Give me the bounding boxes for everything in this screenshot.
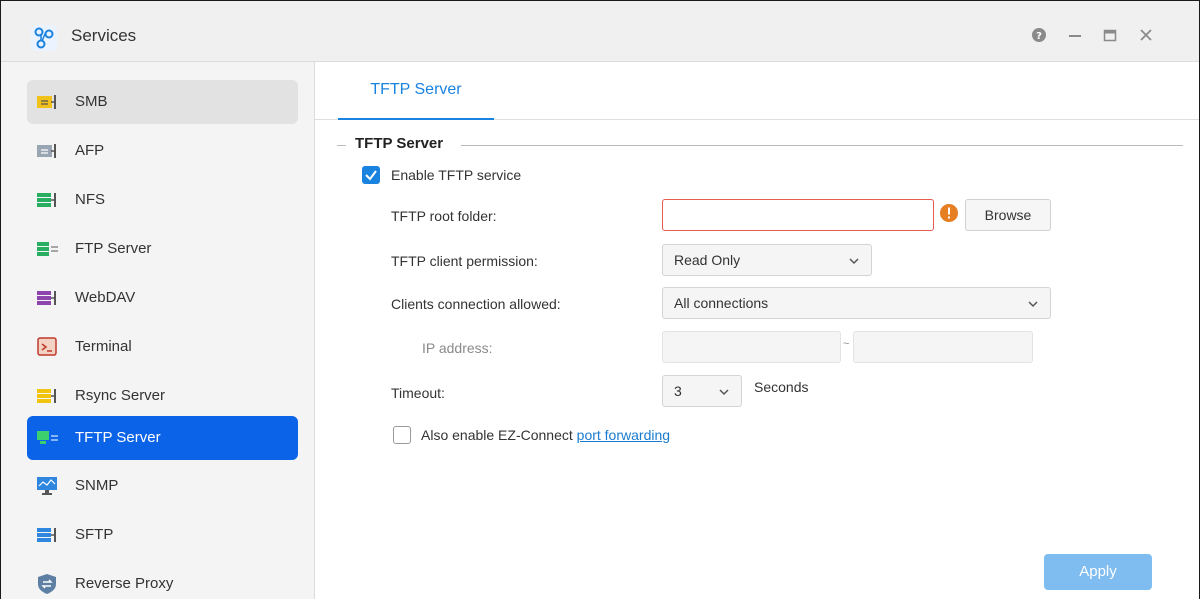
permission-value: Read Only bbox=[674, 252, 741, 268]
close-icon[interactable] bbox=[1138, 27, 1154, 43]
chevron-down-icon bbox=[1028, 301, 1038, 308]
ftp-server-icon bbox=[37, 242, 58, 256]
sidebar-item-snmp[interactable]: SNMP bbox=[27, 464, 298, 508]
minimize-icon[interactable] bbox=[1067, 27, 1083, 43]
port-forwarding-link[interactable]: port forwarding bbox=[577, 427, 670, 443]
main-content: TFTP Server TFTP Server Enable TFTP serv… bbox=[315, 62, 1199, 599]
tab-bar: TFTP Server bbox=[315, 62, 1199, 120]
fieldset-divider bbox=[461, 145, 1183, 146]
sidebar-item-nfs[interactable]: NFS bbox=[27, 178, 298, 222]
tab-label: TFTP Server bbox=[370, 81, 462, 98]
sidebar-item-smb[interactable]: SMB bbox=[27, 80, 298, 124]
permission-select[interactable]: Read Only bbox=[662, 244, 872, 276]
sidebar-item-label: Terminal bbox=[75, 338, 132, 355]
fieldset-divider bbox=[337, 145, 346, 146]
root-folder-label: TFTP root folder: bbox=[391, 208, 497, 224]
afp-icon bbox=[37, 144, 56, 158]
sidebar-item-label: Rsync Server bbox=[75, 387, 166, 404]
root-folder-input[interactable] bbox=[662, 199, 934, 231]
window-title: Services bbox=[71, 26, 137, 45]
services-window: Services ? SMB AFP NFS FTP Server WebDAV… bbox=[0, 0, 1200, 599]
rsync-server-icon bbox=[37, 389, 56, 403]
timeout-select[interactable]: 3 bbox=[662, 375, 742, 407]
smb-icon bbox=[37, 95, 56, 109]
checkmark-icon bbox=[365, 170, 377, 181]
sidebar-item-label: Reverse Proxy bbox=[75, 575, 174, 592]
section-title: TFTP Server bbox=[355, 135, 444, 152]
sidebar-item-afp[interactable]: AFP bbox=[27, 129, 298, 173]
ez-connect-text: Also enable EZ-Connect port forwarding bbox=[421, 427, 670, 443]
active-tab-indicator bbox=[338, 118, 494, 120]
sidebar-item-terminal[interactable]: Terminal bbox=[27, 325, 298, 369]
timeout-unit: Seconds bbox=[754, 379, 809, 395]
sidebar-item-label: SFTP bbox=[75, 526, 114, 543]
sidebar-item-label: TFTP Server bbox=[75, 429, 161, 446]
svg-text:?: ? bbox=[1036, 31, 1042, 42]
sidebar-item-ftp-server[interactable]: FTP Server bbox=[27, 227, 298, 271]
ip-from-input[interactable] bbox=[662, 331, 841, 363]
chevron-down-icon bbox=[849, 258, 859, 265]
enable-tftp-checkbox[interactable] bbox=[362, 166, 380, 184]
help-icon[interactable]: ? bbox=[1031, 27, 1047, 43]
sidebar-item-label: NFS bbox=[75, 191, 105, 208]
ez-connect-label: Also enable EZ-Connect bbox=[421, 427, 573, 443]
ez-connect-checkbox[interactable] bbox=[393, 426, 411, 444]
sidebar-item-label: FTP Server bbox=[75, 240, 152, 257]
reverse-proxy-icon bbox=[38, 574, 56, 594]
terminal-icon bbox=[37, 337, 57, 356]
ip-range-separator: ~ bbox=[843, 338, 850, 350]
browse-button[interactable]: Browse bbox=[965, 199, 1051, 231]
clients-label: Clients connection allowed: bbox=[391, 296, 561, 312]
services-app-icon bbox=[31, 25, 57, 51]
timeout-label: Timeout: bbox=[391, 385, 445, 401]
chevron-down-icon bbox=[719, 389, 729, 396]
sidebar-item-rsync-server[interactable]: Rsync Server bbox=[27, 374, 298, 418]
sidebar-item-label: AFP bbox=[75, 142, 105, 159]
permission-label: TFTP client permission: bbox=[391, 253, 538, 269]
tab-tftp-server[interactable]: TFTP Server bbox=[338, 62, 494, 120]
warning-icon bbox=[940, 204, 958, 222]
timeout-value: 3 bbox=[674, 383, 682, 399]
clients-select[interactable]: All connections bbox=[662, 287, 1051, 319]
tftp-server-icon bbox=[37, 431, 58, 444]
sidebar-item-tftp-server[interactable]: TFTP Server bbox=[27, 416, 298, 460]
sftp-icon bbox=[37, 528, 56, 542]
clients-value: All connections bbox=[674, 295, 769, 311]
enable-tftp-label: Enable TFTP service bbox=[391, 167, 522, 183]
ip-address-label: IP address: bbox=[422, 340, 493, 356]
sidebar: SMB AFP NFS FTP Server WebDAV Terminal R… bbox=[1, 62, 315, 599]
ip-to-input[interactable] bbox=[853, 331, 1033, 363]
nfs-icon bbox=[37, 193, 56, 207]
sidebar-item-sftp[interactable]: SFTP bbox=[27, 513, 298, 557]
sidebar-item-reverse-proxy[interactable]: Reverse Proxy bbox=[27, 562, 298, 599]
webdav-icon bbox=[37, 291, 56, 305]
sidebar-item-webdav[interactable]: WebDAV bbox=[27, 276, 298, 320]
title-bar: Services ? bbox=[1, 1, 1199, 62]
maximize-icon[interactable] bbox=[1102, 27, 1118, 43]
sidebar-item-label: SMB bbox=[75, 93, 108, 110]
apply-button[interactable]: Apply bbox=[1044, 554, 1152, 590]
snmp-icon bbox=[37, 477, 57, 495]
sidebar-item-label: WebDAV bbox=[75, 289, 136, 306]
sidebar-item-label: SNMP bbox=[75, 477, 119, 494]
